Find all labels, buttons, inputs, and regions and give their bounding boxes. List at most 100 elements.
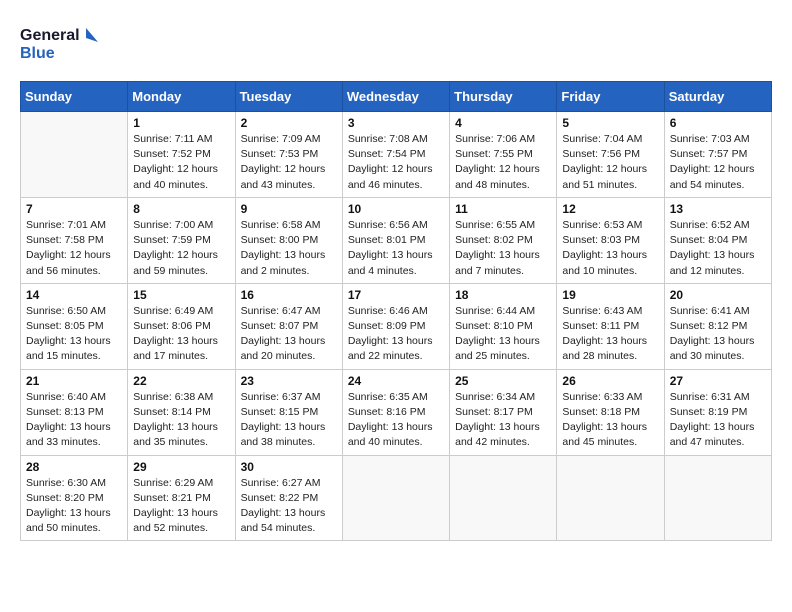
- calendar-cell: [557, 455, 664, 541]
- cell-info: Sunrise: 6:46 AMSunset: 8:09 PMDaylight:…: [348, 304, 444, 365]
- calendar-cell: 9 Sunrise: 6:58 AMSunset: 8:00 PMDaylight…: [235, 197, 342, 283]
- cell-info: Sunrise: 7:03 AMSunset: 7:57 PMDaylight:…: [670, 132, 766, 193]
- cell-info: Sunrise: 7:09 AMSunset: 7:53 PMDaylight:…: [241, 132, 337, 193]
- cell-info: Sunrise: 6:35 AMSunset: 8:16 PMDaylight:…: [348, 390, 444, 451]
- day-number: 1: [133, 116, 229, 130]
- calendar-cell: 28 Sunrise: 6:30 AMSunset: 8:20 PMDayligh…: [21, 455, 128, 541]
- day-number: 18: [455, 288, 551, 302]
- calendar-cell: 27 Sunrise: 6:31 AMSunset: 8:19 PMDayligh…: [664, 369, 771, 455]
- calendar-cell: 5Sunrise: 7:04 AMSunset: 7:56 PMDaylight…: [557, 112, 664, 198]
- cell-info: Sunrise: 6:43 AMSunset: 8:11 PMDaylight:…: [562, 304, 658, 365]
- cell-info: Sunrise: 6:40 AMSunset: 8:13 PMDaylight:…: [26, 390, 122, 451]
- day-number: 13: [670, 202, 766, 216]
- week-row-1: 1 Sunrise: 7:11 AMSunset: 7:52 PMDaylight…: [21, 112, 772, 198]
- cell-info: Sunrise: 7:11 AMSunset: 7:52 PMDaylight:…: [133, 132, 229, 193]
- day-number: 28: [26, 460, 122, 474]
- day-number: 11: [455, 202, 551, 216]
- calendar-cell: 21Sunrise: 6:40 AMSunset: 8:13 PMDayligh…: [21, 369, 128, 455]
- day-number: 16: [241, 288, 337, 302]
- svg-text:Blue: Blue: [20, 45, 55, 62]
- day-number: 4: [455, 116, 551, 130]
- cell-info: Sunrise: 6:49 AMSunset: 8:06 PMDaylight:…: [133, 304, 229, 365]
- calendar-cell: 13 Sunrise: 6:52 AMSunset: 8:04 PMDayligh…: [664, 197, 771, 283]
- day-number: 20: [670, 288, 766, 302]
- day-number: 2: [241, 116, 337, 130]
- calendar-cell: 1 Sunrise: 7:11 AMSunset: 7:52 PMDaylight…: [128, 112, 235, 198]
- cell-info: Sunrise: 6:52 AMSunset: 8:04 PMDaylight:…: [670, 218, 766, 279]
- calendar-cell: 16 Sunrise: 6:47 AMSunset: 8:07 PMDayligh…: [235, 283, 342, 369]
- calendar-cell: 19 Sunrise: 6:43 AMSunset: 8:11 PMDayligh…: [557, 283, 664, 369]
- day-number: 7: [26, 202, 122, 216]
- cell-info: Sunrise: 6:37 AMSunset: 8:15 PMDaylight:…: [241, 390, 337, 451]
- calendar-cell: 29 Sunrise: 6:29 AMSunset: 8:21 PMDayligh…: [128, 455, 235, 541]
- cell-info: Sunrise: 6:29 AMSunset: 8:21 PMDaylight:…: [133, 476, 229, 537]
- cell-info: Sunrise: 6:38 AMSunset: 8:14 PMDaylight:…: [133, 390, 229, 451]
- calendar-cell: 24 Sunrise: 6:35 AMSunset: 8:16 PMDayligh…: [342, 369, 449, 455]
- day-number: 17: [348, 288, 444, 302]
- cell-info: Sunrise: 6:55 AMSunset: 8:02 PMDaylight:…: [455, 218, 551, 279]
- calendar-cell: 15 Sunrise: 6:49 AMSunset: 8:06 PMDayligh…: [128, 283, 235, 369]
- week-row-5: 28 Sunrise: 6:30 AMSunset: 8:20 PMDayligh…: [21, 455, 772, 541]
- calendar-cell: 30Sunrise: 6:27 AMSunset: 8:22 PMDayligh…: [235, 455, 342, 541]
- day-number: 12: [562, 202, 658, 216]
- day-number: 29: [133, 460, 229, 474]
- column-header-monday: Monday: [128, 82, 235, 112]
- calendar-cell: 10Sunrise: 6:56 AMSunset: 8:01 PMDayligh…: [342, 197, 449, 283]
- day-number: 15: [133, 288, 229, 302]
- day-number: 6: [670, 116, 766, 130]
- day-number: 8: [133, 202, 229, 216]
- calendar-cell: 17 Sunrise: 6:46 AMSunset: 8:09 PMDayligh…: [342, 283, 449, 369]
- day-number: 14: [26, 288, 122, 302]
- calendar-cell: 6 Sunrise: 7:03 AMSunset: 7:57 PMDaylight…: [664, 112, 771, 198]
- calendar-cell: 26 Sunrise: 6:33 AMSunset: 8:18 PMDayligh…: [557, 369, 664, 455]
- calendar-cell: 2 Sunrise: 7:09 AMSunset: 7:53 PMDaylight…: [235, 112, 342, 198]
- calendar-cell: 25Sunrise: 6:34 AMSunset: 8:17 PMDayligh…: [450, 369, 557, 455]
- cell-info: Sunrise: 6:41 AMSunset: 8:12 PMDaylight:…: [670, 304, 766, 365]
- calendar-cell: [450, 455, 557, 541]
- day-number: 26: [562, 374, 658, 388]
- week-row-2: 7 Sunrise: 7:01 AMSunset: 7:58 PMDaylight…: [21, 197, 772, 283]
- logo: General Blue: [20, 20, 100, 65]
- day-number: 19: [562, 288, 658, 302]
- calendar-cell: 20 Sunrise: 6:41 AMSunset: 8:12 PMDayligh…: [664, 283, 771, 369]
- calendar-cell: 3Sunrise: 7:08 AMSunset: 7:54 PMDaylight…: [342, 112, 449, 198]
- day-number: 27: [670, 374, 766, 388]
- cell-info: Sunrise: 6:27 AMSunset: 8:22 PMDaylight:…: [241, 476, 337, 537]
- calendar-cell: 4 Sunrise: 7:06 AMSunset: 7:55 PMDaylight…: [450, 112, 557, 198]
- cell-info: Sunrise: 6:58 AMSunset: 8:00 PMDaylight:…: [241, 218, 337, 279]
- week-row-4: 21Sunrise: 6:40 AMSunset: 8:13 PMDayligh…: [21, 369, 772, 455]
- calendar-cell: [664, 455, 771, 541]
- calendar-cell: [342, 455, 449, 541]
- cell-info: Sunrise: 7:01 AMSunset: 7:58 PMDaylight:…: [26, 218, 122, 279]
- column-header-wednesday: Wednesday: [342, 82, 449, 112]
- logo-svg: General Blue: [20, 20, 100, 65]
- calendar-cell: 23 Sunrise: 6:37 AMSunset: 8:15 PMDayligh…: [235, 369, 342, 455]
- calendar-cell: 22 Sunrise: 6:38 AMSunset: 8:14 PMDayligh…: [128, 369, 235, 455]
- cell-info: Sunrise: 6:33 AMSunset: 8:18 PMDaylight:…: [562, 390, 658, 451]
- calendar-cell: 8 Sunrise: 7:00 AMSunset: 7:59 PMDaylight…: [128, 197, 235, 283]
- cell-info: Sunrise: 6:50 AMSunset: 8:05 PMDaylight:…: [26, 304, 122, 365]
- calendar-header-row: SundayMondayTuesdayWednesdayThursdayFrid…: [21, 82, 772, 112]
- day-number: 22: [133, 374, 229, 388]
- column-header-thursday: Thursday: [450, 82, 557, 112]
- day-number: 23: [241, 374, 337, 388]
- calendar-cell: 18 Sunrise: 6:44 AMSunset: 8:10 PMDayligh…: [450, 283, 557, 369]
- calendar-table: SundayMondayTuesdayWednesdayThursdayFrid…: [20, 81, 772, 541]
- cell-info: Sunrise: 6:34 AMSunset: 8:17 PMDaylight:…: [455, 390, 551, 451]
- calendar-cell: [21, 112, 128, 198]
- cell-info: Sunrise: 6:47 AMSunset: 8:07 PMDaylight:…: [241, 304, 337, 365]
- cell-info: Sunrise: 6:30 AMSunset: 8:20 PMDaylight:…: [26, 476, 122, 537]
- calendar-cell: 7 Sunrise: 7:01 AMSunset: 7:58 PMDaylight…: [21, 197, 128, 283]
- day-number: 24: [348, 374, 444, 388]
- week-row-3: 14 Sunrise: 6:50 AMSunset: 8:05 PMDayligh…: [21, 283, 772, 369]
- cell-info: Sunrise: 7:06 AMSunset: 7:55 PMDaylight:…: [455, 132, 551, 193]
- cell-info: Sunrise: 6:53 AMSunset: 8:03 PMDaylight:…: [562, 218, 658, 279]
- cell-info: Sunrise: 7:00 AMSunset: 7:59 PMDaylight:…: [133, 218, 229, 279]
- day-number: 9: [241, 202, 337, 216]
- cell-info: Sunrise: 6:31 AMSunset: 8:19 PMDaylight:…: [670, 390, 766, 451]
- cell-info: Sunrise: 7:04 AMSunset: 7:56 PMDaylight:…: [562, 132, 658, 193]
- column-header-tuesday: Tuesday: [235, 82, 342, 112]
- cell-info: Sunrise: 6:44 AMSunset: 8:10 PMDaylight:…: [455, 304, 551, 365]
- calendar-cell: 12 Sunrise: 6:53 AMSunset: 8:03 PMDayligh…: [557, 197, 664, 283]
- svg-text:General: General: [20, 27, 80, 44]
